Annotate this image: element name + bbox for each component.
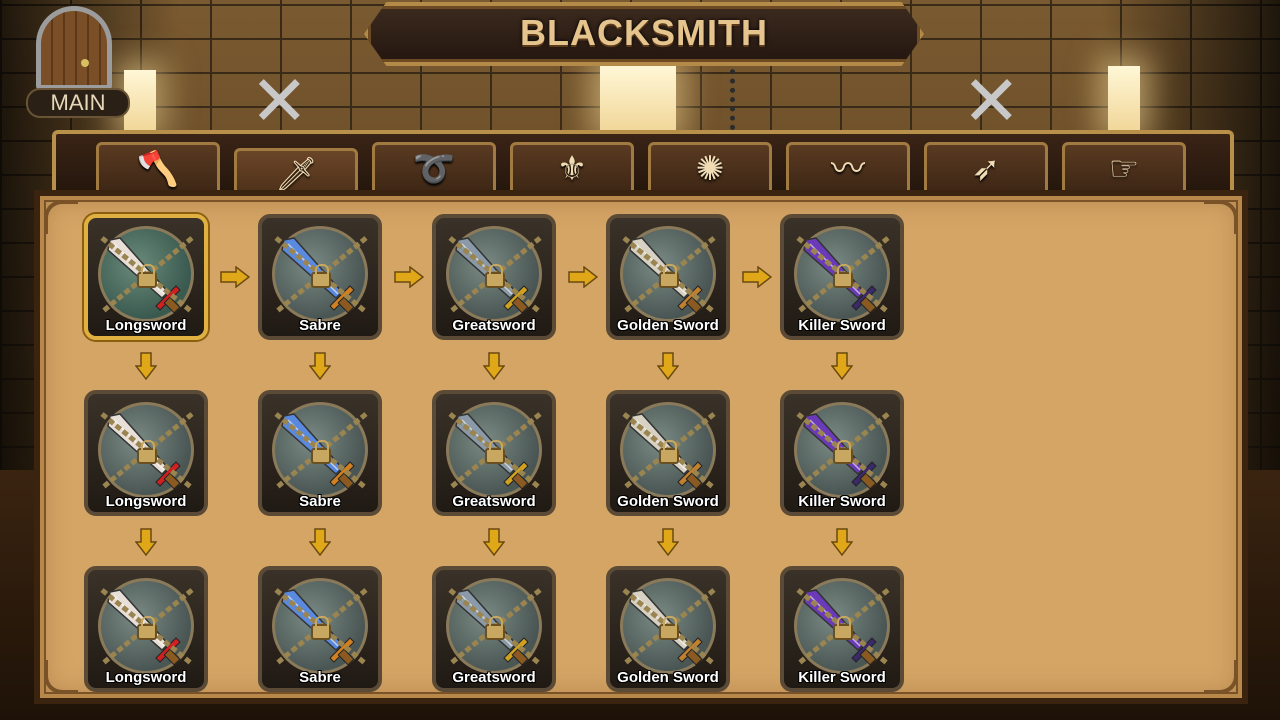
weapon-card-sabre[interactable]: Sabre <box>258 390 382 516</box>
arrow-right-icon <box>568 266 598 288</box>
padlock-icon <box>485 440 505 464</box>
padlock-icon <box>137 616 157 640</box>
spear-icon: ⚜ <box>556 150 588 188</box>
title-plate: BLACKSMITH <box>364 2 924 66</box>
weapon-name-label: Golden Sword <box>617 669 719 686</box>
weapon-card-golden-sword[interactable]: Golden Sword <box>606 566 730 692</box>
weapon-name-label: Greatsword <box>452 669 536 686</box>
arrow-down-icon <box>309 528 331 556</box>
arrow-down-icon <box>657 352 679 380</box>
weapon-card-golden-sword[interactable]: Golden Sword <box>606 214 730 340</box>
weapon-card-greatsword[interactable]: Greatsword <box>432 566 556 692</box>
arrow-down-icon <box>831 528 853 556</box>
tab-mace[interactable]: ✺ <box>648 142 772 196</box>
weapon-name-label: Golden Sword <box>617 493 719 510</box>
weapon-name-label: Greatsword <box>452 317 536 334</box>
door-icon <box>36 6 112 90</box>
weapon-name-label: Killer Sword <box>798 317 886 334</box>
padlock-icon <box>833 616 853 640</box>
padlock-icon <box>311 264 331 288</box>
tab-claw[interactable]: ☞ <box>1062 142 1186 196</box>
weapon-category-tabs: 🪓 🗡 ➰ ⚜ ✺ 〰 ➶ ☞ <box>52 130 1234 202</box>
mace-icon: ✺ <box>695 150 725 188</box>
weapon-name-label: Killer Sword <box>798 493 886 510</box>
weapon-card-longsword[interactable]: Longsword <box>84 214 208 340</box>
panel-corner-ornament <box>44 200 78 234</box>
weapon-card-sabre[interactable]: Sabre <box>258 214 382 340</box>
arrow-down-icon <box>135 352 157 380</box>
weapon-card-golden-sword[interactable]: Golden Sword <box>606 390 730 516</box>
padlock-icon <box>833 264 853 288</box>
padlock-icon <box>311 440 331 464</box>
weapon-name-label: Longsword <box>105 317 187 334</box>
weapon-card-greatsword[interactable]: Greatsword <box>432 390 556 516</box>
page-title: BLACKSMITH <box>520 12 768 53</box>
padlock-icon <box>485 616 505 640</box>
arrow-down-icon <box>135 528 157 556</box>
panel-corner-ornament <box>1204 660 1238 694</box>
padlock-icon <box>659 616 679 640</box>
arrow-right-icon <box>394 266 424 288</box>
padlock-icon <box>311 616 331 640</box>
padlock-icon <box>659 440 679 464</box>
padlock-icon <box>485 264 505 288</box>
tab-spear[interactable]: ⚜ <box>510 142 634 196</box>
weapon-card-greatsword[interactable]: Greatsword <box>432 214 556 340</box>
weapon-card-killer-sword[interactable]: Killer Sword <box>780 566 904 692</box>
right-window-light <box>1108 66 1140 130</box>
arrow-down-icon <box>657 528 679 556</box>
axe-icon: 🪓 <box>136 150 180 188</box>
weapon-name-label: Longsword <box>105 669 187 686</box>
tab-serpent-blade[interactable]: 〰 <box>786 142 910 196</box>
padlock-icon <box>137 440 157 464</box>
claw-icon: ☞ <box>1108 150 1140 188</box>
arrow-down-icon <box>831 352 853 380</box>
weapon-name-label: Sabre <box>299 669 341 686</box>
main-button[interactable]: MAIN <box>26 6 130 118</box>
weapon-card-sabre[interactable]: Sabre <box>258 566 382 692</box>
panel-corner-ornament <box>44 660 78 694</box>
padlock-icon <box>137 264 157 288</box>
lance-icon: ➶ <box>971 150 1001 188</box>
arrow-down-icon <box>309 352 331 380</box>
serpent-blade-icon: 〰 <box>831 150 865 188</box>
weapon-name-label: Greatsword <box>452 493 536 510</box>
arrow-down-icon <box>483 528 505 556</box>
arrow-down-icon <box>483 352 505 380</box>
weapon-card-longsword[interactable]: Longsword <box>84 566 208 692</box>
padlock-icon <box>659 264 679 288</box>
tab-axe[interactable]: 🪓 <box>96 142 220 196</box>
weapon-card-killer-sword[interactable]: Killer Sword <box>780 390 904 516</box>
weapon-card-killer-sword[interactable]: Killer Sword <box>780 214 904 340</box>
weapon-name-label: Killer Sword <box>798 669 886 686</box>
whip-icon: ➰ <box>412 150 456 188</box>
tab-whip[interactable]: ➰ <box>372 142 496 196</box>
main-button-label: MAIN <box>26 88 130 118</box>
weapon-name-label: Sabre <box>299 317 341 334</box>
padlock-icon <box>833 440 853 464</box>
hanging-chain <box>730 60 735 130</box>
weapon-upgrade-panel: Longsword Sabre Greatsword Golden Sword Kill… <box>34 190 1248 704</box>
panel-corner-ornament <box>1204 200 1238 234</box>
center-window-light <box>600 66 676 130</box>
tab-lance[interactable]: ➶ <box>924 142 1048 196</box>
weapon-name-label: Longsword <box>105 493 187 510</box>
weapon-name-label: Golden Sword <box>617 317 719 334</box>
sword-icon: 🗡 <box>274 156 318 194</box>
weapon-card-longsword[interactable]: Longsword <box>84 390 208 516</box>
weapon-name-label: Sabre <box>299 493 341 510</box>
crossed-swords-right-decor: ✕ <box>962 62 1021 140</box>
arrow-right-icon <box>742 266 772 288</box>
arrow-right-icon <box>220 266 250 288</box>
crossed-swords-left-decor: ✕ <box>250 62 309 140</box>
